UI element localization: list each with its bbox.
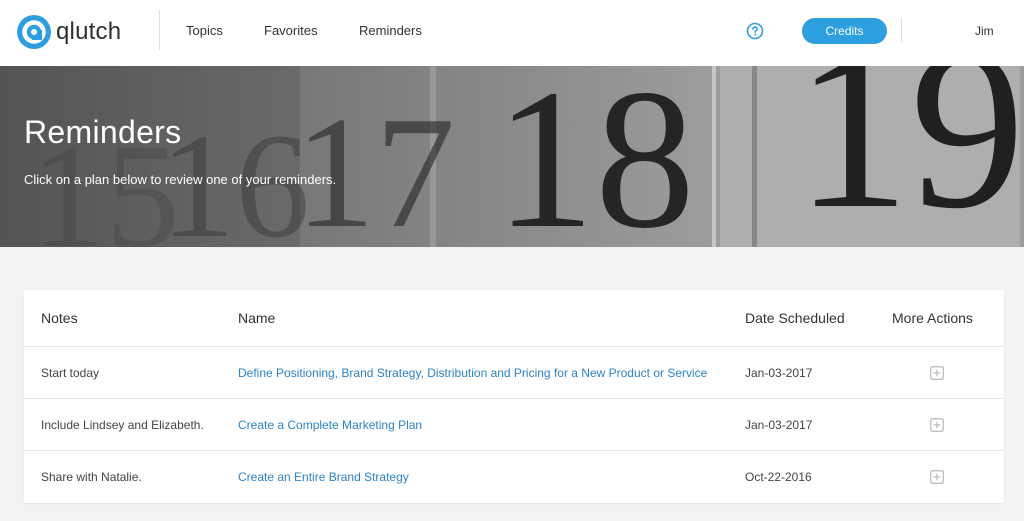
row-notes: Share with Natalie. [41, 470, 142, 484]
column-header-name[interactable]: Name [238, 290, 275, 346]
question-circle-icon[interactable] [746, 22, 764, 40]
row-date-scheduled: Oct-22-2016 [745, 470, 812, 484]
header-divider [159, 10, 160, 50]
table-row[interactable]: Include Lindsey and Elizabeth. Create a … [24, 398, 1004, 450]
page-subtitle: Click on a plan below to review one of y… [24, 172, 337, 187]
logo-text: qlutch [56, 18, 122, 45]
nav-topics[interactable]: Topics [186, 0, 223, 62]
top-header: qlutch Topics Favorites Reminders Credit… [0, 0, 1024, 66]
column-header-date-scheduled[interactable]: Date Scheduled [745, 290, 845, 346]
page-title: Reminders [24, 114, 182, 150]
row-notes: Start today [41, 366, 100, 380]
qlutch-logo[interactable]: qlutch [16, 12, 121, 52]
row-notes: Include Lindsey and Elizabeth. [41, 418, 204, 432]
nav-favorites[interactable]: Favorites [264, 0, 317, 62]
hero-banner: 15 16 17 18 19 Reminders Click on a plan… [0, 66, 1024, 247]
reminders-table: Notes Name Date Scheduled More Actions S… [24, 290, 1004, 503]
nav-reminders[interactable]: Reminders [359, 0, 422, 62]
row-plan-link[interactable]: Define Positioning, Brand Strategy, Dist… [238, 347, 707, 399]
row-date-scheduled: Jan-03-2017 [745, 366, 813, 380]
plus-square-icon[interactable] [930, 366, 944, 380]
qlutch-logo-icon [17, 15, 51, 49]
hero-overlay [0, 66, 1024, 247]
column-header-notes[interactable]: Notes [41, 290, 78, 346]
table-row[interactable]: Start today Define Positioning, Brand St… [24, 346, 1004, 398]
plus-square-icon[interactable] [930, 418, 944, 432]
table-row[interactable]: Share with Natalie. Create an Entire Bra… [24, 450, 1004, 502]
row-plan-link[interactable]: Create a Complete Marketing Plan [238, 399, 422, 451]
row-plan-link[interactable]: Create an Entire Brand Strategy [238, 451, 409, 503]
row-date-scheduled: Jan-03-2017 [745, 418, 813, 432]
credits-button[interactable]: Credits [802, 18, 887, 44]
header-divider [901, 18, 902, 42]
plus-square-icon[interactable] [930, 470, 944, 484]
user-menu[interactable]: Jim [975, 0, 994, 62]
column-header-more-actions: More Actions [892, 310, 973, 326]
